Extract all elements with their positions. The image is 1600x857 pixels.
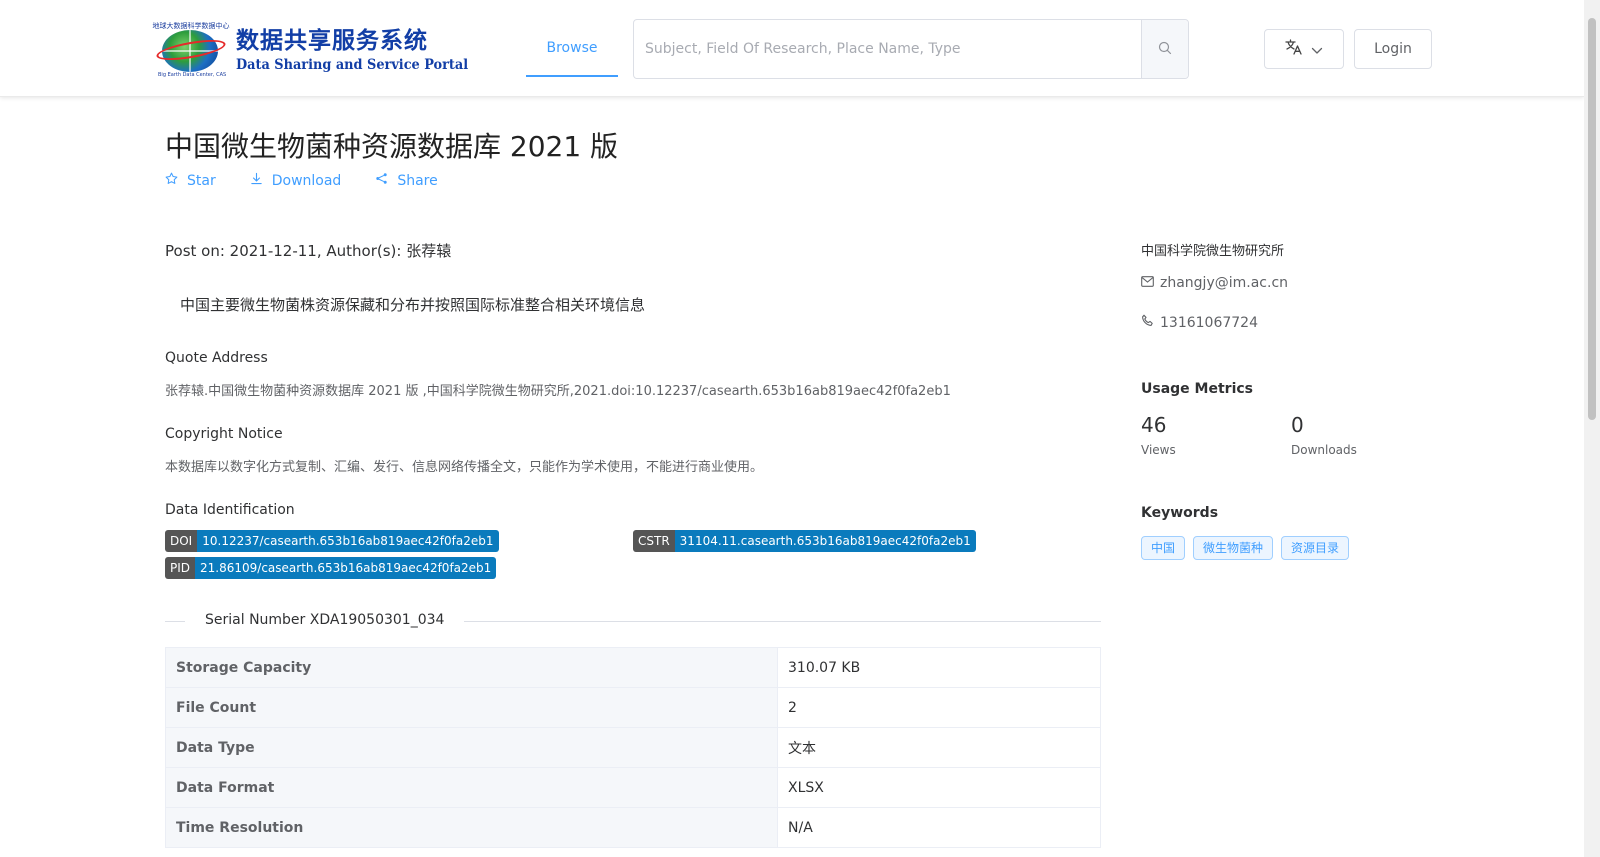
page-scrollbar[interactable] bbox=[1584, 0, 1600, 857]
table-row: Data Format XLSX bbox=[165, 767, 1101, 808]
search-icon bbox=[1158, 40, 1172, 59]
keyword-tag[interactable]: 中国 bbox=[1141, 536, 1186, 560]
keywords-heading: Keywords bbox=[1141, 505, 1219, 521]
downloads-count: 0 bbox=[1291, 413, 1304, 437]
keyword-list: 中国 微生物菌种 资源目录 bbox=[1141, 536, 1350, 560]
site-logo[interactable]: 地球大数据科学数据中心 Big Earth Data Center, CAS 数… bbox=[152, 20, 469, 80]
table-row: Data Type 文本 bbox=[165, 727, 1101, 768]
translate-icon bbox=[1285, 39, 1303, 59]
contact-phone[interactable]: 13161067724 bbox=[1141, 314, 1258, 331]
cstr-badge[interactable]: CSTR 31104.11.casearth.653b16ab819aec42f… bbox=[633, 530, 976, 552]
logo-title-en: Data Sharing and Service Portal bbox=[236, 57, 469, 73]
copyright-value: 本数据库以数字化方式复制、汇编、发行、信息网络传播全文，只能作为学术使用，不能进… bbox=[165, 460, 764, 475]
download-icon bbox=[250, 172, 263, 189]
share-button[interactable]: Share bbox=[375, 172, 438, 189]
table-value: N/A bbox=[777, 807, 1101, 848]
login-button[interactable]: Login bbox=[1354, 29, 1432, 69]
pid-badge[interactable]: PID 21.86109/casearth.653b16ab819aec42f0… bbox=[165, 557, 497, 579]
download-button[interactable]: Download bbox=[250, 172, 342, 189]
download-label: Download bbox=[271, 172, 342, 189]
pid-badge-value: 21.86109/casearth.653b16ab819aec42f0fa2e… bbox=[195, 557, 497, 579]
doi-badge[interactable]: DOI 10.12237/casearth.653b16ab819aec42f0… bbox=[165, 530, 499, 552]
search-input[interactable] bbox=[634, 20, 1141, 78]
chevron-down-icon bbox=[1311, 40, 1323, 59]
table-value: XLSX bbox=[777, 767, 1101, 808]
table-row: File Count 2 bbox=[165, 687, 1101, 728]
downloads-label: Downloads bbox=[1291, 443, 1357, 457]
keyword-tag[interactable]: 资源目录 bbox=[1281, 536, 1350, 560]
dataset-description: 中国主要微生物菌株资源保藏和分布并按照国际标准整合相关环境信息 bbox=[180, 296, 646, 314]
contact-email-text: zhangjy@im.ac.cn bbox=[1160, 275, 1289, 291]
language-dropdown[interactable] bbox=[1264, 29, 1344, 69]
contact-phone-text: 13161067724 bbox=[1160, 314, 1258, 331]
table-key: File Count bbox=[165, 687, 778, 728]
search-box bbox=[633, 19, 1189, 79]
share-icon bbox=[375, 172, 388, 189]
phone-icon bbox=[1141, 314, 1154, 331]
logo-title-cn: 数据共享服务系统 bbox=[236, 28, 428, 54]
dataset-actions: Star Download Share bbox=[165, 172, 438, 189]
serial-number: Serial Number XDA19050301_034 bbox=[185, 612, 465, 628]
copyright-label: Copyright Notice bbox=[165, 426, 283, 442]
table-key: Storage Capacity bbox=[165, 647, 778, 688]
table-key: Data Type bbox=[165, 727, 778, 768]
organization-name: 中国科学院微生物研究所 bbox=[1141, 244, 1285, 259]
scrollbar-thumb[interactable] bbox=[1588, 18, 1596, 420]
nav-browse-link[interactable]: Browse bbox=[526, 0, 618, 77]
pid-badge-key: PID bbox=[165, 557, 196, 579]
keyword-tag[interactable]: 微生物菌种 bbox=[1193, 536, 1274, 560]
views-label: Views bbox=[1141, 443, 1176, 457]
table-key: Time Resolution bbox=[165, 807, 778, 848]
table-value: 310.07 KB bbox=[777, 647, 1101, 688]
table-key: Data Format bbox=[165, 767, 778, 808]
contact-email[interactable]: zhangjy@im.ac.cn bbox=[1141, 275, 1288, 291]
table-value: 文本 bbox=[777, 727, 1101, 768]
table-row: Time Resolution N/A bbox=[165, 807, 1101, 848]
quote-address-value: 张荐辕.中国微生物菌种资源数据库 2021 版 ,中国科学院微生物研究所,202… bbox=[165, 384, 951, 399]
table-value: 2 bbox=[777, 687, 1101, 728]
star-button[interactable]: Star bbox=[165, 172, 216, 189]
doi-badge-value: 10.12237/casearth.653b16ab819aec42f0fa2e… bbox=[197, 530, 499, 552]
star-label: Star bbox=[187, 172, 216, 189]
table-row: Storage Capacity 310.07 KB bbox=[165, 647, 1101, 688]
dataset-info-table: Storage Capacity 310.07 KB File Count 2 … bbox=[165, 647, 1101, 848]
quote-address-label: Quote Address bbox=[165, 350, 268, 366]
cstr-badge-key: CSTR bbox=[633, 530, 675, 552]
mail-icon bbox=[1141, 275, 1154, 291]
post-info: Post on: 2021-12-11, Author(s): 张荐辕 bbox=[165, 242, 452, 260]
share-label: Share bbox=[397, 172, 438, 189]
cstr-badge-value: 31104.11.casearth.653b16ab819aec42f0fa2e… bbox=[674, 530, 976, 552]
views-count: 46 bbox=[1141, 413, 1167, 437]
star-icon bbox=[165, 172, 178, 189]
page-title: 中国微生物菌种资源数据库 2021 版 bbox=[165, 130, 619, 163]
data-identification-label: Data Identification bbox=[165, 502, 295, 518]
globe-logo-icon: 地球大数据科学数据中心 Big Earth Data Center, CAS bbox=[152, 20, 230, 80]
search-button[interactable] bbox=[1141, 20, 1188, 78]
doi-badge-key: DOI bbox=[165, 530, 198, 552]
top-header: 地球大数据科学数据中心 Big Earth Data Center, CAS 数… bbox=[0, 0, 1584, 97]
usage-metrics-heading: Usage Metrics bbox=[1141, 381, 1253, 397]
logo-sub-text: Big Earth Data Center, CAS bbox=[158, 72, 227, 78]
